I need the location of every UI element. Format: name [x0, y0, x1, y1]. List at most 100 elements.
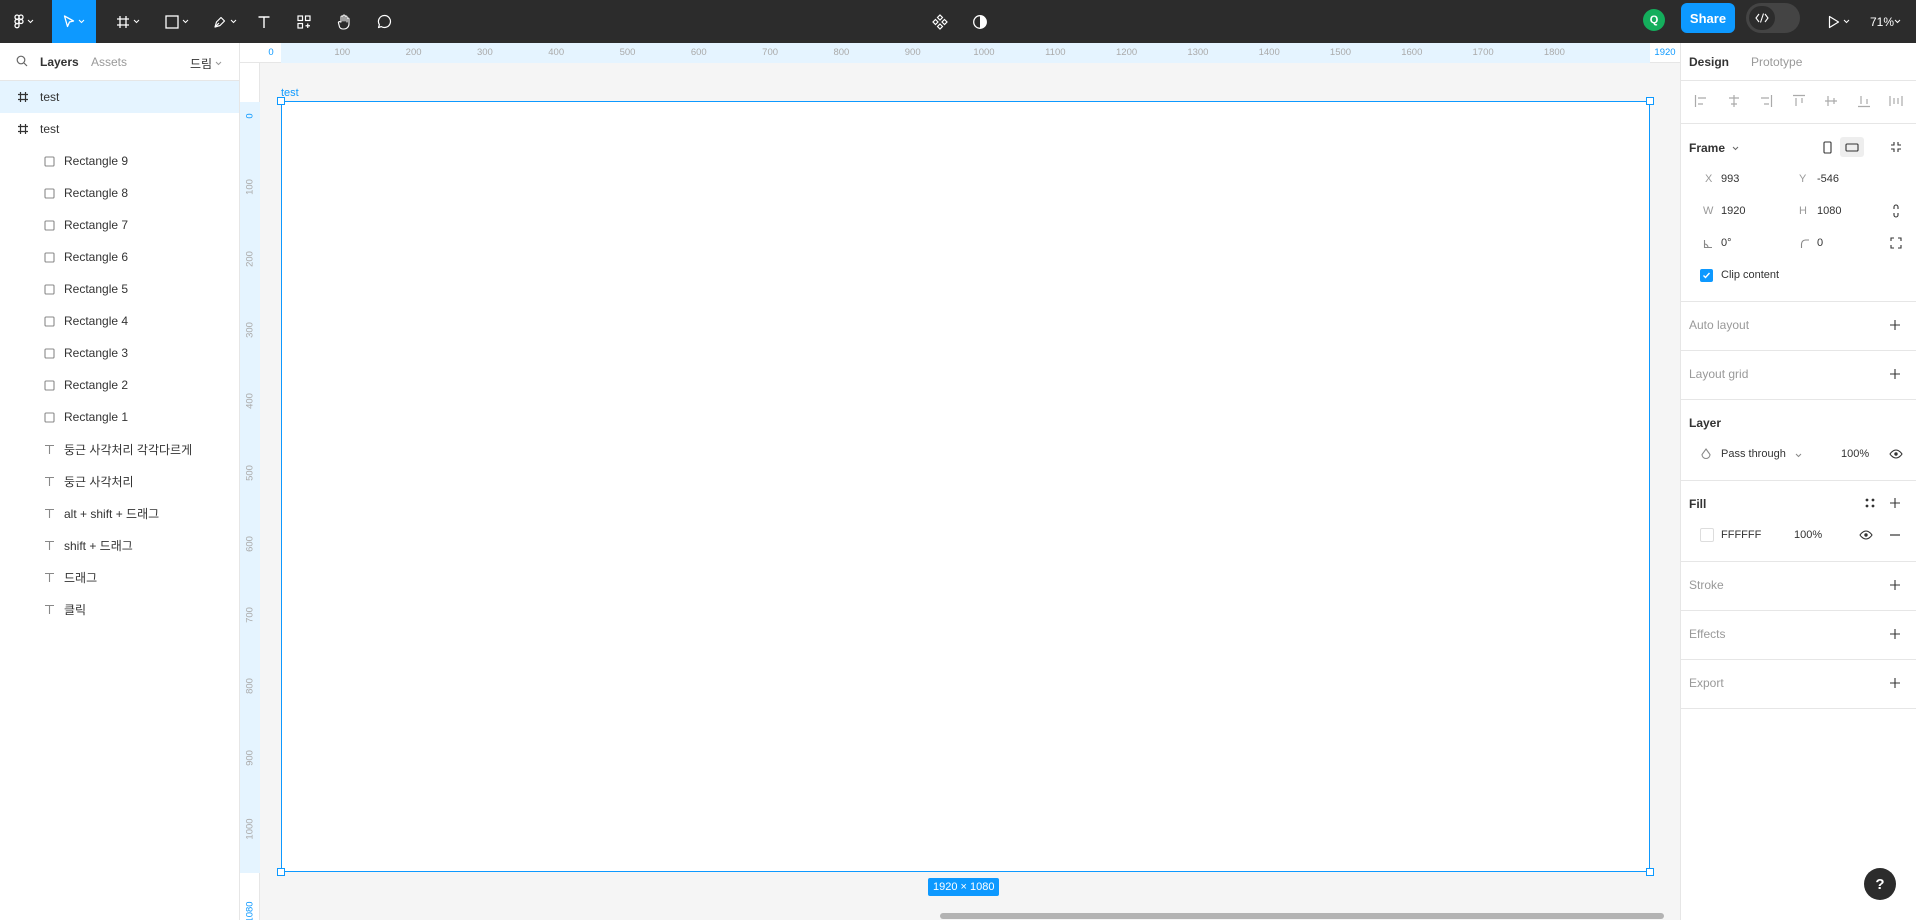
layer-item[interactable]: Rectangle 4	[0, 305, 239, 337]
pen-tool-button[interactable]	[207, 0, 243, 43]
portrait-icon[interactable]	[1818, 137, 1836, 157]
dev-mode-toggle[interactable]	[1746, 3, 1800, 33]
canvas[interactable]: 0 100 200 300 400 500 600 700 800 900 1000 1100 1200…	[240, 43, 1680, 920]
page-selector[interactable]: 드림	[190, 55, 222, 72]
rotation-input[interactable]: 0°	[1721, 237, 1732, 249]
export-title[interactable]: Export	[1689, 676, 1724, 690]
layer-item[interactable]: Rectangle 5	[0, 273, 239, 305]
align-vertical-center-icon[interactable]	[1821, 91, 1841, 111]
stroke-title[interactable]: Stroke	[1689, 578, 1724, 592]
resize-handle-bottom-right[interactable]	[1646, 868, 1654, 876]
contrast-button[interactable]	[968, 0, 992, 43]
align-horizontal-center-icon[interactable]	[1724, 91, 1744, 111]
layer-opacity-input[interactable]: 100%	[1841, 448, 1869, 460]
fill-color-swatch[interactable]	[1700, 528, 1714, 542]
fill-section-title: Fill	[1689, 497, 1707, 511]
comment-tool-button[interactable]	[372, 0, 396, 43]
play-icon	[1828, 15, 1840, 28]
frame-section-title[interactable]: Frame	[1689, 141, 1725, 155]
add-layout-grid-icon[interactable]	[1885, 364, 1905, 384]
align-bottom-icon[interactable]	[1854, 91, 1874, 111]
main-menu-button[interactable]	[6, 0, 42, 43]
add-fill-icon[interactable]	[1885, 493, 1905, 513]
user-avatar[interactable]: Q	[1643, 9, 1665, 31]
h-input[interactable]: 1080	[1817, 205, 1841, 217]
align-top-icon[interactable]	[1789, 91, 1809, 111]
layer-item[interactable]: Rectangle 3	[0, 337, 239, 369]
clip-content-label: Clip content	[1721, 269, 1780, 281]
layer-item[interactable]: Rectangle 1	[0, 401, 239, 433]
layer-item[interactable]: 둥근 사각처리	[0, 465, 239, 497]
resize-handle-top-right[interactable]	[1646, 97, 1654, 105]
layer-item[interactable]: alt + shift + 드래그	[0, 497, 239, 529]
layout-grid-title[interactable]: Layout grid	[1689, 367, 1748, 381]
eye-icon[interactable]	[1886, 445, 1906, 463]
add-auto-layout-icon[interactable]	[1885, 315, 1905, 335]
layer-item[interactable]: test	[0, 81, 239, 113]
layer-item[interactable]: Rectangle 9	[0, 145, 239, 177]
layer-item[interactable]: Rectangle 7	[0, 209, 239, 241]
resize-handle-bottom-left[interactable]	[277, 868, 285, 876]
styles-grid-icon[interactable]	[1861, 494, 1879, 512]
fill-hex-input[interactable]: FFFFFF	[1721, 529, 1761, 541]
distribute-icon[interactable]	[1886, 91, 1906, 111]
add-stroke-icon[interactable]	[1885, 575, 1905, 595]
landscape-icon[interactable]	[1840, 137, 1864, 157]
align-left-icon[interactable]	[1691, 91, 1711, 111]
text-tool-button[interactable]	[252, 0, 276, 43]
move-tool-button[interactable]	[52, 0, 96, 43]
layer-item[interactable]: Rectangle 2	[0, 369, 239, 401]
rectangle-icon	[42, 154, 56, 168]
ruler-tick-label: 500	[619, 47, 636, 58]
help-button[interactable]: ?	[1864, 868, 1896, 900]
frame-dimensions-badge: 1920 × 1080	[928, 878, 1000, 896]
resources-button[interactable]	[292, 0, 316, 43]
hand-tool-button[interactable]	[332, 0, 356, 43]
tab-prototype[interactable]: Prototype	[1751, 55, 1802, 69]
clip-content-checkbox[interactable]	[1700, 269, 1713, 282]
blend-mode-dropdown[interactable]: Pass through	[1721, 448, 1786, 460]
resize-handle-top-left[interactable]	[277, 97, 285, 105]
y-label: Y	[1799, 173, 1807, 185]
layer-item[interactable]: Rectangle 6	[0, 241, 239, 273]
layer-item[interactable]: 클릭	[0, 593, 239, 625]
tab-layers[interactable]: Layers	[40, 55, 79, 69]
share-button[interactable]: Share	[1681, 3, 1735, 33]
resize-to-fit-icon[interactable]	[1886, 137, 1906, 157]
constrain-proportions-icon[interactable]	[1888, 201, 1904, 221]
remove-fill-icon[interactable]	[1885, 526, 1905, 544]
frame-tool-button[interactable]	[110, 0, 146, 43]
tab-design[interactable]: Design	[1689, 55, 1729, 69]
shape-tool-button[interactable]	[159, 0, 195, 43]
fill-opacity-input[interactable]: 100%	[1794, 529, 1822, 541]
selected-frame[interactable]	[277, 97, 1654, 876]
independent-corners-icon[interactable]	[1887, 234, 1905, 252]
corner-radius-input[interactable]: 0	[1817, 237, 1823, 249]
blend-mode-icon	[1699, 447, 1713, 461]
chevron-down-icon	[182, 19, 189, 24]
ruler-tick-label: 600	[244, 535, 256, 552]
layer-item[interactable]: 둥근 사각처리 각각다르게	[0, 433, 239, 465]
eye-icon[interactable]	[1856, 526, 1876, 544]
chevron-down-icon	[27, 19, 34, 24]
effects-title[interactable]: Effects	[1689, 627, 1725, 641]
add-export-icon[interactable]	[1885, 673, 1905, 693]
tab-assets[interactable]: Assets	[91, 55, 127, 69]
align-right-icon[interactable]	[1756, 91, 1776, 111]
component-button[interactable]	[928, 0, 952, 43]
layer-item[interactable]: test	[0, 113, 239, 145]
present-button[interactable]	[1822, 0, 1856, 43]
ruler-tick-label: 800	[244, 678, 256, 695]
zoom-dropdown[interactable]: 71%	[1870, 0, 1901, 43]
x-input[interactable]: 993	[1721, 173, 1739, 185]
layer-item-label: Rectangle 3	[64, 346, 129, 360]
auto-layout-title[interactable]: Auto layout	[1689, 318, 1749, 332]
layer-item[interactable]: shift + 드래그	[0, 529, 239, 561]
w-input[interactable]: 1920	[1721, 205, 1745, 217]
horizontal-scrollbar[interactable]	[940, 913, 1664, 919]
y-input[interactable]: -546	[1817, 173, 1839, 185]
layer-item[interactable]: Rectangle 8	[0, 177, 239, 209]
layer-item[interactable]: 드래그	[0, 561, 239, 593]
search-icon[interactable]	[16, 55, 28, 70]
add-effect-icon[interactable]	[1885, 624, 1905, 644]
